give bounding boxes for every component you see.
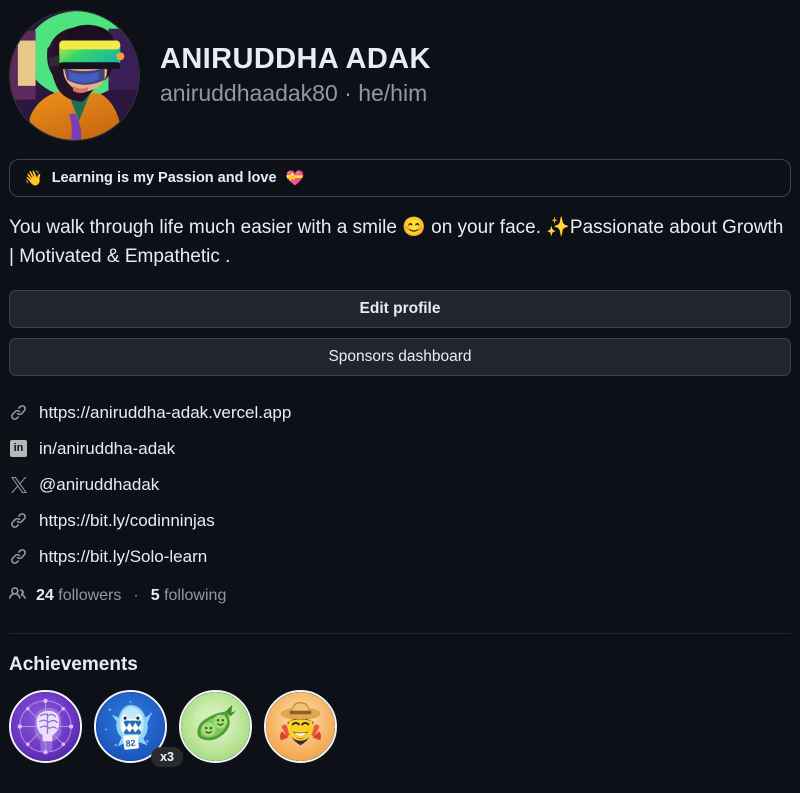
link-label[interactable]: @aniruddhadak <box>39 475 159 495</box>
edit-profile-button[interactable]: Edit profile <box>9 289 791 328</box>
quickdraw-badge[interactable] <box>264 689 337 763</box>
link-label[interactable]: https://bit.ly/Solo-learn <box>39 547 207 567</box>
people-icon <box>9 585 26 607</box>
link-label[interactable]: https://aniruddha-adak.vercel.app <box>39 403 291 423</box>
heart-with-ribbon-icon: 💝 <box>285 169 305 187</box>
link-icon <box>9 403 28 422</box>
profile-page: ANIRUDDHA ADAK aniruddhaadak80 · he/him … <box>0 0 800 767</box>
followers-link[interactable]: 24 followers <box>36 587 121 605</box>
link-label[interactable]: https://bit.ly/codinninjas <box>39 511 215 531</box>
status-badge[interactable]: 👋 Learning is my Passion and love 💝 <box>9 159 791 197</box>
following-count: 5 <box>150 586 160 604</box>
status-text: Learning is my Passion and love <box>51 170 277 186</box>
list-item[interactable]: @aniruddhadak <box>9 467 791 503</box>
following-link[interactable]: 5 following <box>151 587 227 605</box>
link-label[interactable]: in/aniruddha-adak <box>39 439 175 459</box>
x-twitter-icon <box>9 475 28 494</box>
full-name: ANIRUDDHA ADAK <box>160 43 431 76</box>
achievements-heading: Achievements <box>9 653 138 675</box>
bio-text: You walk through life much easier with a… <box>9 217 784 268</box>
achievement-item <box>9 689 82 763</box>
sponsors-dashboard-button[interactable]: Sponsors dashboard <box>9 337 791 376</box>
profile-links: https://aniruddha-adak.vercel.app in in/… <box>9 395 791 613</box>
svg-text:82: 82 <box>125 738 136 749</box>
list-item[interactable]: in in/aniruddha-adak <box>9 431 791 467</box>
avatar[interactable] <box>9 10 140 141</box>
username-pronouns: aniruddhaadak80 · he/him <box>160 79 428 106</box>
separator: · <box>133 586 139 604</box>
following-label: following <box>164 586 227 604</box>
link-icon <box>9 511 28 530</box>
followers-count: 24 <box>36 586 54 604</box>
link-icon <box>9 547 28 566</box>
waving-hand-icon: 👋 <box>24 169 43 187</box>
achievements-list: 82 x3 <box>9 689 791 767</box>
followers-label: followers <box>58 586 122 604</box>
identity-block: ANIRUDDHA ADAK aniruddhaadak80 · he/him <box>160 43 431 107</box>
profile-header: ANIRUDDHA ADAK aniruddhaadak80 · he/him <box>9 10 791 141</box>
pair-extraordinaire-badge[interactable] <box>179 689 252 763</box>
social-counts: 24 followers · 5 following <box>9 579 791 613</box>
list-item[interactable]: https://aniruddha-adak.vercel.app <box>9 395 791 431</box>
achievement-item <box>179 689 252 763</box>
list-item[interactable]: https://bit.ly/codinninjas <box>9 503 791 539</box>
achievement-item: 82 x3 <box>94 689 183 767</box>
achievement-item <box>264 689 337 763</box>
linkedin-icon: in <box>9 439 28 458</box>
section-divider <box>9 632 791 634</box>
list-item[interactable]: https://bit.ly/Solo-learn <box>9 539 791 575</box>
galaxy-brain-badge[interactable] <box>9 689 82 763</box>
